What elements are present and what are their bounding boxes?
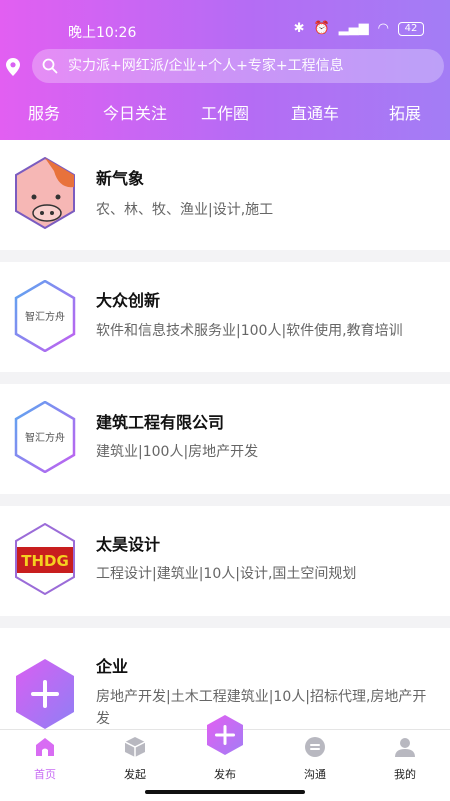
card-desc: 建筑业|100人|房地产开发 [96, 444, 259, 460]
home-icon [36, 738, 54, 756]
user-icon [395, 738, 415, 757]
tab-label: 发布 [214, 768, 236, 781]
tab-expand[interactable]: 拓展 [389, 100, 421, 124]
logo-text: THDG [21, 552, 69, 570]
company-card[interactable]: 新气象 农、林、牧、渔业|设计,施工 [0, 140, 450, 250]
tab-home[interactable]: 首页 [0, 730, 90, 801]
signal-icon: ▂▄▆ [338, 21, 369, 36]
search-bar[interactable] [32, 49, 444, 83]
tab-label: 首页 [34, 768, 56, 781]
status-time: 晚上10:26 [68, 25, 137, 41]
card-title: 太昊设计 [96, 535, 161, 554]
tab-label: 我的 [394, 768, 416, 781]
pig-avatar-icon [15, 157, 75, 229]
card-desc: 房地产开发|土木工程建筑业|10人|招标代理,房地产开发 [96, 689, 427, 727]
home-indicator [145, 790, 305, 794]
header: 晚上10:26 ✱ ⏰ ▂▄▆ ◠ 42 服务 今日关注 工作圈 直通车 拓展 [0, 0, 450, 140]
card-title: 建筑工程有限公司 [96, 413, 225, 432]
status-icons: ✱ ⏰ ▂▄▆ ◠ 42 [294, 21, 424, 36]
card-desc: 工程设计|建筑业|10人|设计,国土空间规划 [96, 566, 357, 582]
tab-label: 发起 [124, 768, 146, 781]
company-logo: 智汇方舟 [14, 280, 76, 352]
status-bar: 晚上10:26 ✱ ⏰ ▂▄▆ ◠ 42 [0, 16, 450, 46]
card-desc: 软件和信息技术服务业|100人|软件使用,教育培训 [96, 323, 403, 339]
tab-express[interactable]: 直通车 [291, 100, 339, 124]
battery-icon: 42 [398, 21, 424, 36]
card-title: 新气象 [96, 169, 145, 188]
bluetooth-icon: ✱ [293, 21, 305, 36]
card-desc: 农、林、牧、渔业|设计,施工 [96, 202, 274, 218]
company-logo: THDG [15, 523, 75, 595]
tab-label: 沟通 [304, 768, 326, 781]
company-card[interactable]: 智汇方舟 建筑工程有限公司 建筑业|100人|房地产开发 [0, 384, 450, 494]
company-card[interactable]: THDG 太昊设计 工程设计|建筑业|10人|设计,国土空间规划 [0, 506, 450, 616]
tab-work-circle[interactable]: 工作圈 [201, 100, 249, 124]
search-input[interactable] [66, 57, 430, 75]
company-card[interactable]: 智汇方舟 大众创新 软件和信息技术服务业|100人|软件使用,教育培训 [0, 262, 450, 372]
top-nav: 服务 今日关注 工作圈 直通车 拓展 [0, 96, 450, 130]
battery-level: 42 [404, 23, 418, 34]
publish-plus-icon[interactable] [204, 714, 246, 756]
tab-mine[interactable]: 我的 [360, 730, 450, 801]
tab-today-focus[interactable]: 今日关注 [103, 100, 167, 124]
card-title: 企业 [96, 657, 129, 676]
plus-hexagon-icon [16, 659, 74, 729]
card-title: 大众创新 [96, 291, 161, 310]
company-logo: 智汇方舟 [14, 401, 76, 473]
alarm-icon: ⏰ [313, 21, 330, 36]
location-icon[interactable] [6, 58, 20, 76]
wifi-icon: ◠ [377, 21, 389, 36]
logo-text: 智汇方舟 [25, 431, 65, 444]
box-icon [124, 737, 146, 757]
search-icon [42, 58, 58, 74]
chat-icon [305, 737, 325, 757]
logo-text: 智汇方舟 [25, 310, 65, 323]
tab-service[interactable]: 服务 [28, 100, 60, 124]
